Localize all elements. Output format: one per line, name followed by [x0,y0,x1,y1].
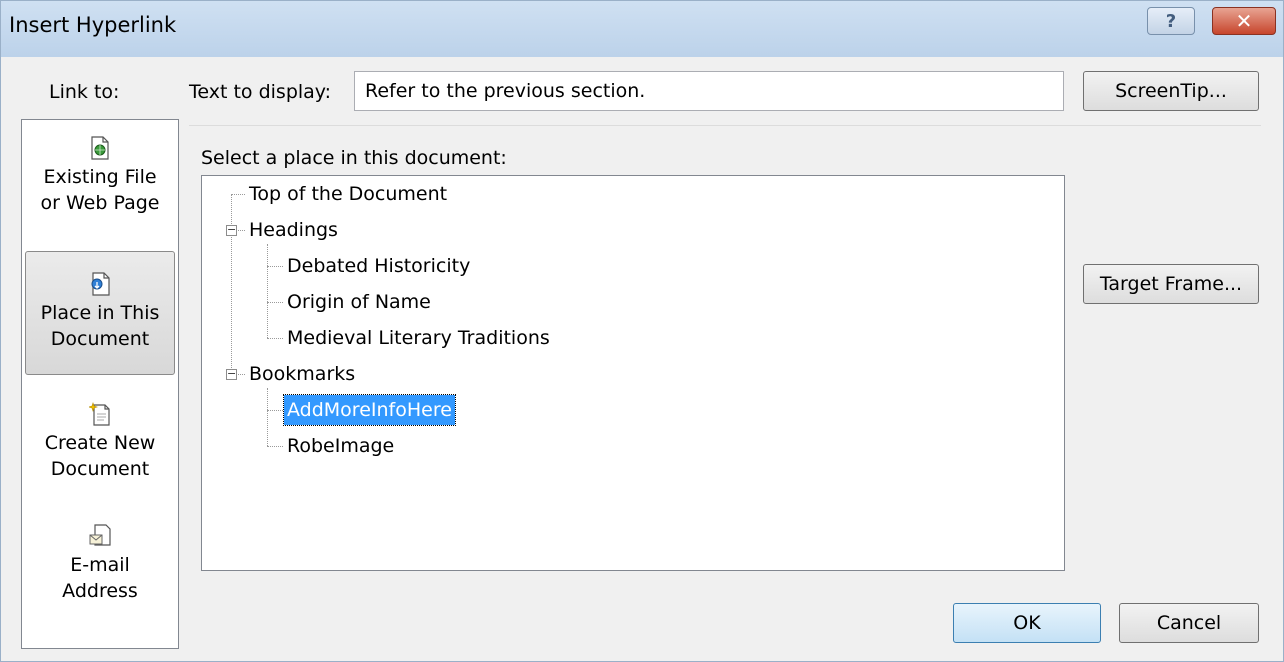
dialog-title: Insert Hyperlink [9,13,177,37]
email-icon [89,524,111,546]
new-document-icon [89,402,110,426]
tree-node-headings[interactable]: Headings [246,215,341,245]
tree-connector [267,388,268,446]
collapse-icon[interactable]: − [226,224,237,236]
tree-connector [231,194,232,374]
target-frame-button[interactable]: Target Frame... [1083,264,1259,304]
tree-connector [267,244,268,338]
cancel-button[interactable]: Cancel [1119,603,1259,643]
tree-node-heading[interactable]: Medieval Literary Traditions [284,323,553,353]
link-to-place-in-document[interactable]: Place in This Document [25,251,175,375]
place-in-document-icon [91,272,110,296]
link-to-email-address[interactable]: E-mail Address [25,524,175,624]
email-label-2: Address [62,580,138,602]
separator [189,125,1261,126]
collapse-icon[interactable]: − [226,368,237,380]
existing-file-label-2: or Web Page [40,192,160,214]
place-in-document-label-2: Document [50,328,150,350]
tree-connector [267,302,283,303]
close-button[interactable]: ✕ [1212,7,1276,35]
create-new-label-1: Create New [44,432,156,454]
link-to-existing-file[interactable]: Existing File or Web Page [25,136,175,240]
tree-node-heading[interactable]: Origin of Name [284,287,434,317]
tree-node-heading[interactable]: Debated Historicity [284,251,473,281]
document-places-tree[interactable]: Top of the Document − Headings Debated H… [201,175,1065,571]
tree-connector [267,446,283,447]
link-to-panel: Existing File or Web Page Place in This … [21,119,179,649]
tree-node-bookmark-selected[interactable]: AddMoreInfoHere [283,394,456,426]
help-icon: ? [1165,10,1177,32]
insert-hyperlink-dialog: Insert Hyperlink ? ✕ Link to: Existing F… [0,0,1284,662]
link-to-create-new-document[interactable]: Create New Document [25,402,175,498]
place-in-document-label-1: Place in This [40,302,160,324]
existing-file-label-1: Existing File [43,166,157,188]
select-place-label: Select a place in this document: [201,147,507,169]
tree-connector [267,338,283,339]
text-to-display-input[interactable] [354,71,1064,111]
email-label-1: E-mail [70,554,130,576]
create-new-label-2: Document [50,458,150,480]
text-to-display-label: Text to display: [189,81,332,103]
tree-node-bookmarks[interactable]: Bookmarks [246,359,358,389]
title-bar: Insert Hyperlink ? ✕ [1,1,1283,57]
tree-node-bookmark[interactable]: RobeImage [284,431,397,461]
ok-button[interactable]: OK [953,603,1101,643]
tree-node-top-of-document[interactable]: Top of the Document [246,179,450,209]
tree-connector [267,410,283,411]
close-icon: ✕ [1235,9,1253,33]
help-button[interactable]: ? [1147,7,1195,35]
link-to-label: Link to: [49,81,120,103]
tree-connector [231,194,245,195]
tree-connector [267,266,283,267]
screentip-button[interactable]: ScreenTip... [1083,71,1259,111]
existing-file-icon [91,136,109,160]
